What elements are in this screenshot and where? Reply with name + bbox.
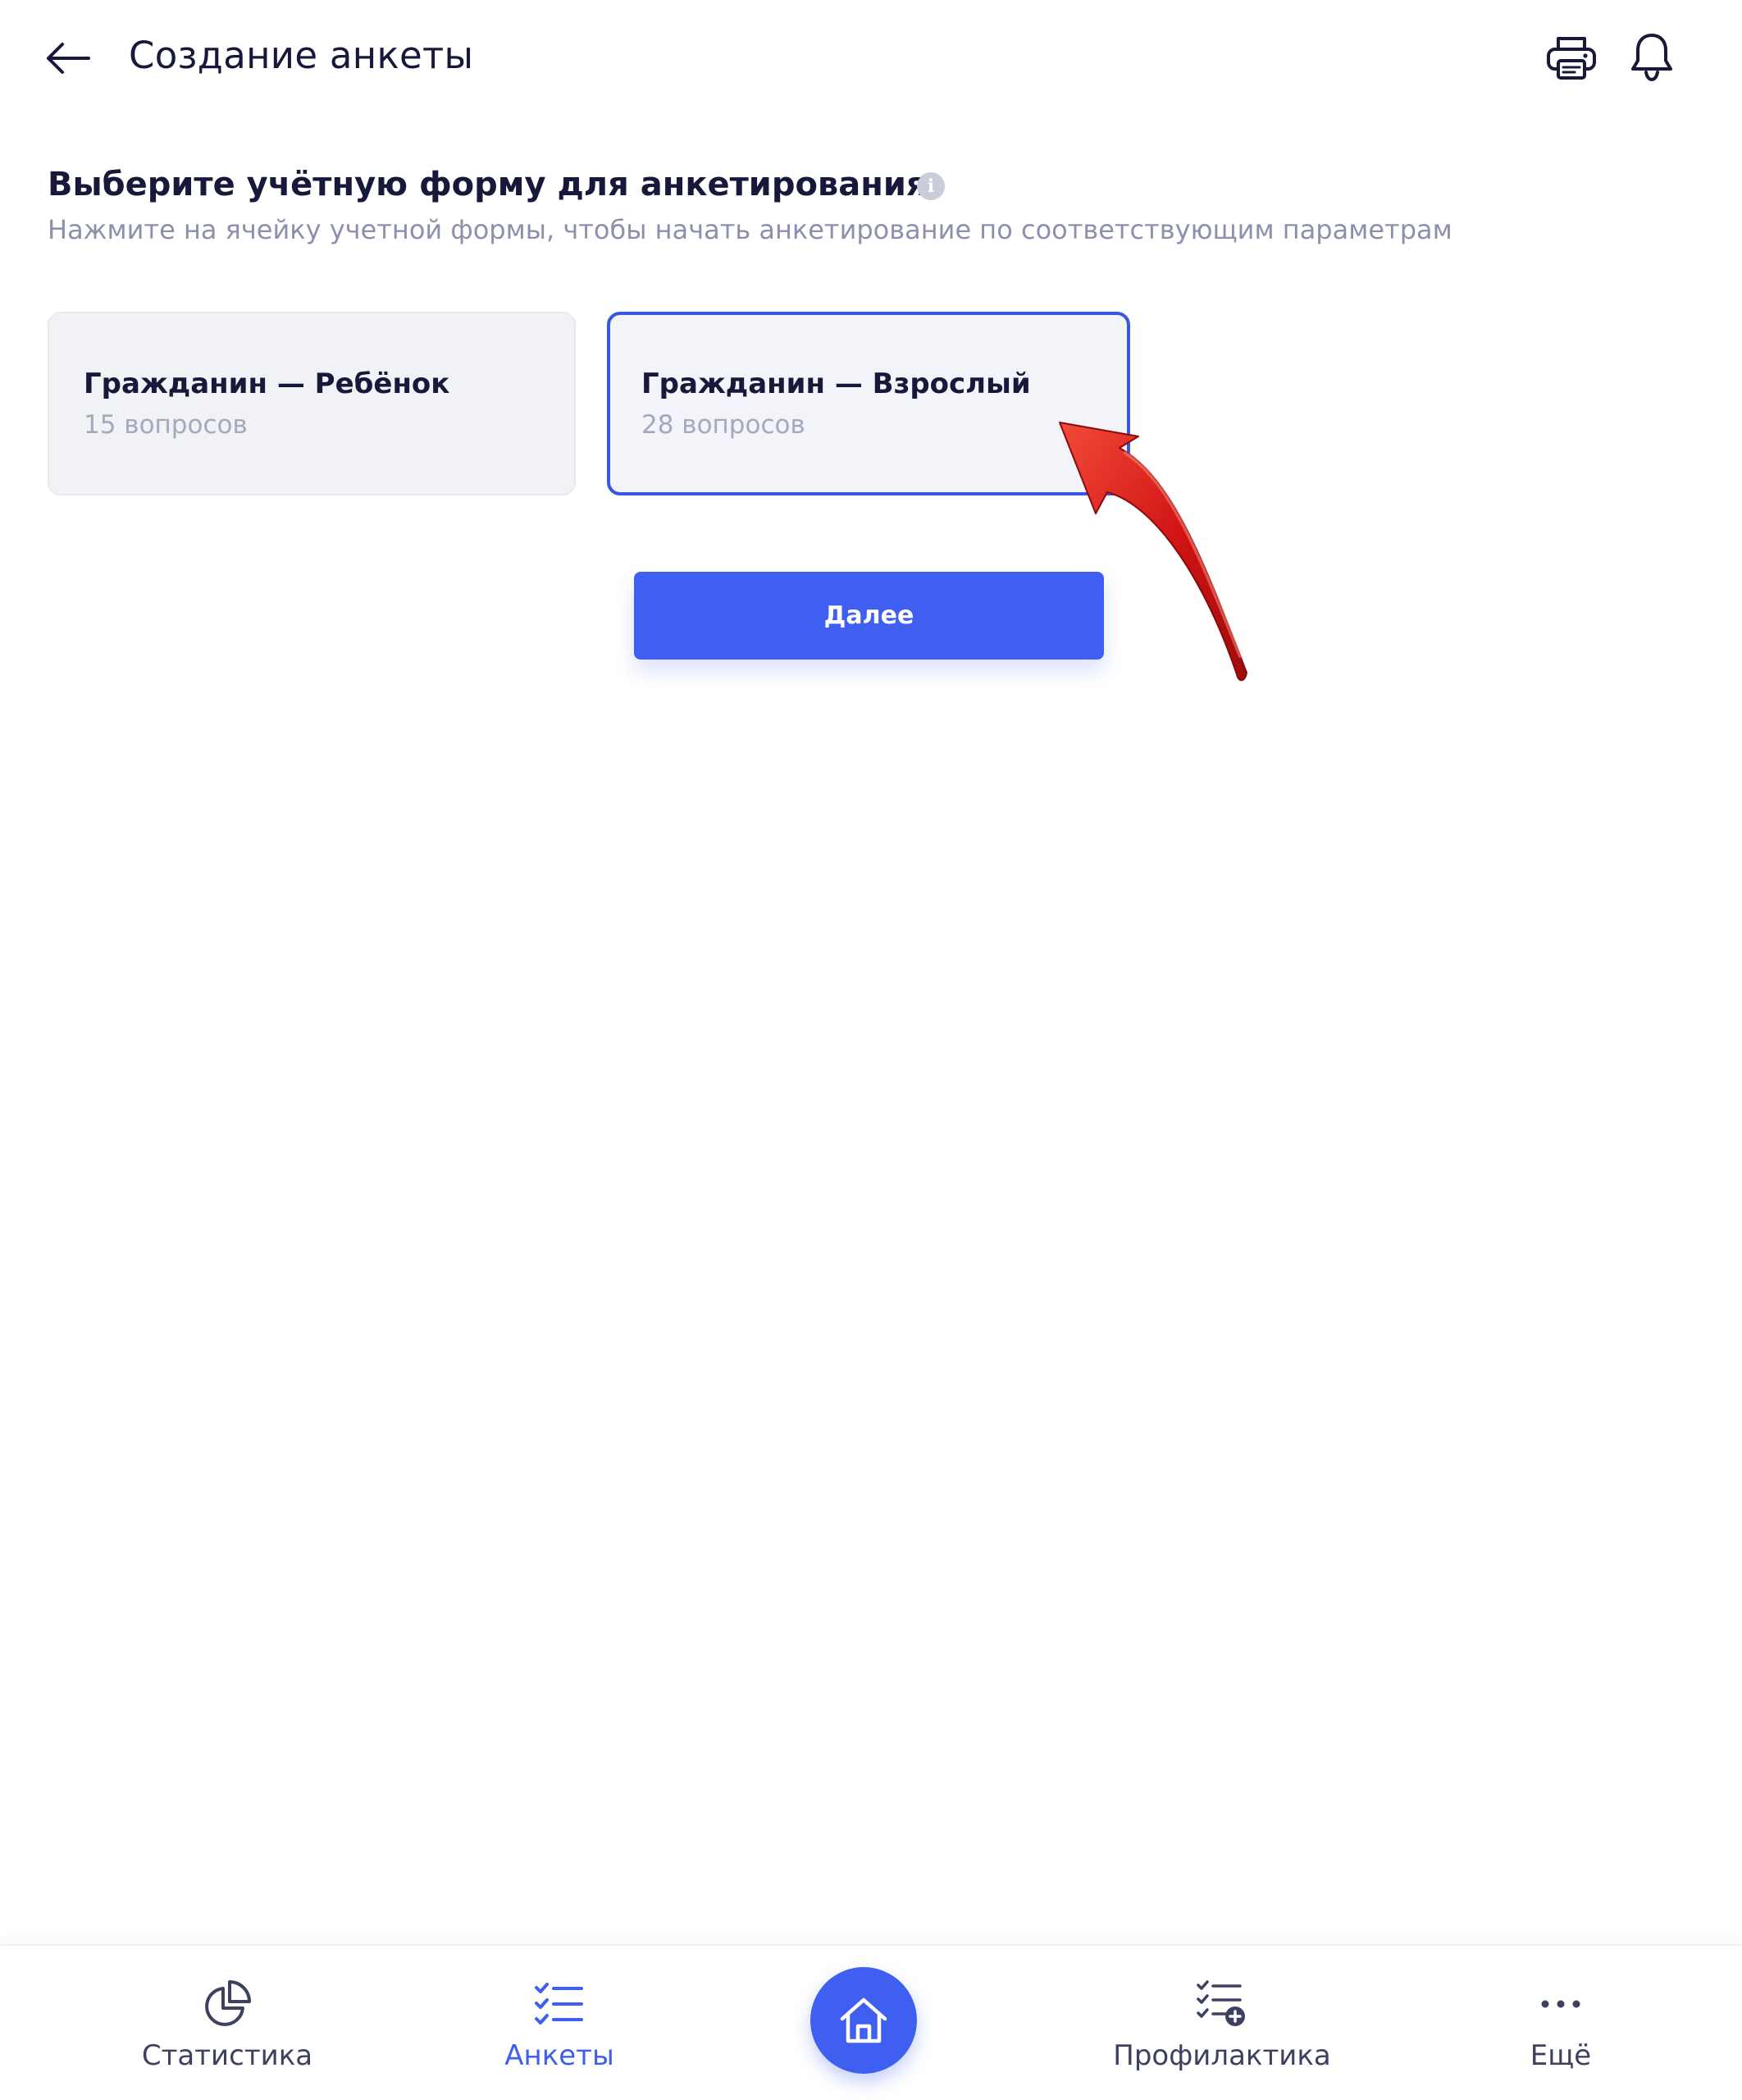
page-title: Создание анкеты xyxy=(129,34,474,77)
pie-chart-icon xyxy=(198,1975,256,2033)
form-card-adult[interactable]: Гражданин — Взрослый 28 вопросов xyxy=(607,312,1130,495)
next-button[interactable]: Далее xyxy=(634,572,1104,660)
checklist-add-icon xyxy=(1193,1975,1251,2033)
bell-icon xyxy=(1631,34,1672,82)
nav-label: Анкеты xyxy=(504,2039,614,2072)
home-icon xyxy=(840,1997,887,2043)
form-card-question-count: 15 вопросов xyxy=(84,410,248,440)
form-card-question-count: 28 вопросов xyxy=(641,410,805,440)
form-card-title: Гражданин — Ребёнок xyxy=(84,368,450,400)
top-bar: Создание анкеты xyxy=(0,0,1742,115)
nav-item-statistics[interactable]: Статистика xyxy=(129,1946,326,2100)
info-icon[interactable]: i xyxy=(917,172,945,200)
nav-label: Статистика xyxy=(141,2039,313,2072)
back-button[interactable] xyxy=(43,33,93,84)
form-card-child[interactable]: Гражданин — Ребёнок 15 вопросов xyxy=(48,312,576,495)
nav-item-forms[interactable]: Анкеты xyxy=(461,1946,658,2100)
app-screen: Создание анкеты Выберите учётную форму д… xyxy=(0,0,1742,2100)
printer-icon xyxy=(1547,37,1596,80)
nav-item-prevention[interactable]: Профилактика xyxy=(1099,1946,1345,2100)
arrow-left-icon xyxy=(47,43,90,74)
next-button-label: Далее xyxy=(823,601,914,630)
home-button[interactable] xyxy=(810,1967,917,2074)
nav-label: Ещё xyxy=(1530,2039,1592,2072)
nav-label: Профилактика xyxy=(1113,2039,1331,2072)
more-dots-icon xyxy=(1532,1975,1589,2033)
section-subtitle: Нажмите на ячейку учетной формы, чтобы н… xyxy=(48,214,1452,245)
checklist-icon xyxy=(531,1975,588,2033)
form-card-title: Гражданин — Взрослый xyxy=(641,368,1031,400)
nav-item-more[interactable]: Ещё xyxy=(1479,1946,1643,2100)
print-button[interactable] xyxy=(1544,30,1599,85)
notifications-button[interactable] xyxy=(1624,28,1680,85)
section-title: Выберите учётную форму для анкетирования xyxy=(48,166,928,203)
